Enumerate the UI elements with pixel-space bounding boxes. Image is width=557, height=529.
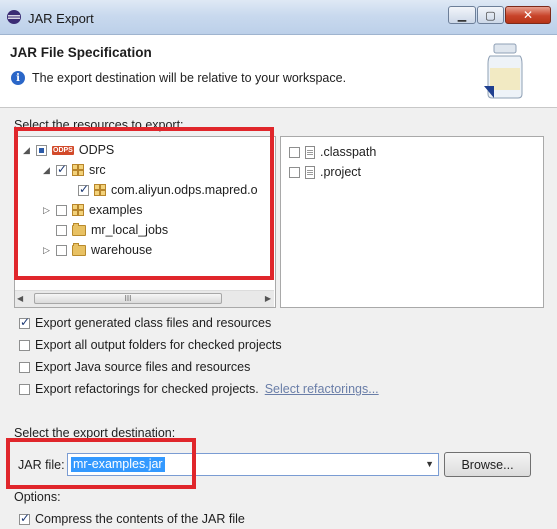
option-label: Compress the contents of the JAR file [35, 512, 245, 526]
window-title: JAR Export [28, 11, 94, 26]
highlight-box-resources [14, 127, 274, 280]
highlight-box-jar-file [6, 438, 196, 489]
title-bar: JAR Export ▁ ▢ ✕ [0, 0, 557, 35]
checkbox[interactable] [19, 511, 30, 525]
scroll-left-icon[interactable]: ◀ [17, 294, 23, 303]
checkbox[interactable] [289, 146, 300, 158]
option-export-output-folders[interactable]: Export all output folders for checked pr… [19, 338, 282, 352]
option-label: Export Java source files and resources [35, 360, 251, 374]
tree-horizontal-scrollbar[interactable]: ◀ III ▶ [15, 290, 274, 307]
jar-banner-icon [484, 43, 523, 99]
info-message: The export destination will be relative … [32, 71, 347, 85]
minimize-button[interactable]: ▁ [448, 6, 476, 24]
option-export-class-files[interactable]: Export generated class files and resourc… [19, 315, 272, 330]
file-item-project[interactable]: .project [289, 165, 366, 179]
select-refactorings-link[interactable]: Select refactorings... [265, 382, 379, 396]
option-label: Export refactorings for checked projects… [35, 382, 259, 396]
option-label: Export generated class files and resourc… [35, 316, 272, 330]
checkbox[interactable] [19, 361, 30, 373]
options-label: Options: [14, 490, 61, 504]
option-export-refactorings[interactable]: Export refactorings for checked projects… [19, 382, 379, 396]
page-title: JAR File Specification [10, 45, 152, 60]
scroll-right-icon[interactable]: ▶ [265, 294, 271, 303]
header-banner: JAR File Specification i The export dest… [0, 35, 557, 108]
option-export-java-source[interactable]: Export Java source files and resources [19, 360, 250, 374]
maximize-button[interactable]: ▢ [477, 6, 504, 24]
file-list[interactable]: .classpath .project [280, 136, 544, 308]
close-button[interactable]: ✕ [505, 6, 551, 24]
option-label: Export all output folders for checked pr… [35, 338, 282, 352]
scroll-thumb[interactable]: III [34, 293, 222, 304]
info-icon: i [11, 71, 25, 85]
eclipse-icon [7, 10, 21, 24]
file-item-classpath[interactable]: .classpath [289, 145, 381, 159]
file-item-label: .project [320, 165, 361, 179]
browse-button[interactable]: Browse... [444, 452, 531, 477]
checkbox[interactable] [289, 166, 300, 178]
checkbox[interactable] [19, 315, 30, 329]
checkbox[interactable] [19, 339, 30, 351]
option-compress-jar[interactable]: Compress the contents of the JAR file [19, 511, 245, 526]
file-icon [305, 145, 315, 159]
file-item-label: .classpath [320, 145, 377, 159]
checkbox[interactable] [19, 383, 30, 395]
file-icon [305, 165, 315, 179]
dropdown-arrow-icon[interactable]: ▼ [425, 459, 434, 469]
